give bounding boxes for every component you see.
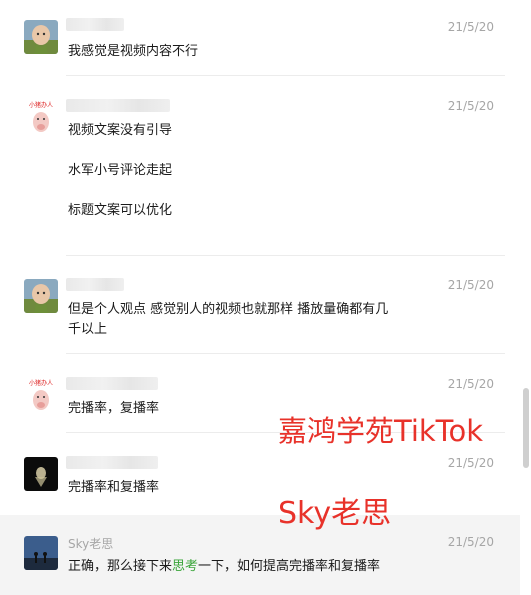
timestamp: 21/5/20 [447,278,494,292]
sender-name-redacted [66,18,124,31]
avatar-dancer[interactable] [24,457,58,491]
message-text: 但是个人观点 感觉别人的视频也就那样 播放量确都有几 [68,302,389,317]
scrollbar-thumb[interactable] [523,388,529,468]
divider [66,353,505,354]
timestamp: 21/5/20 [447,456,494,470]
message-text: 水军小号评论走起 [68,163,173,178]
sender-name: Sky老思 [68,537,114,551]
sender-name-redacted [66,456,158,469]
avatar-baby[interactable] [24,20,58,54]
timestamp: 21/5/20 [447,99,494,113]
avatar-baby[interactable] [24,279,58,313]
watermark-title: 嘉鸿学苑TikTok [278,414,483,448]
avatar-badge: 小猪办人 [29,379,53,387]
sender-name-redacted [66,99,170,112]
timestamp: 21/5/20 [447,535,494,549]
avatar-pig[interactable]: 小猪办人 [24,378,58,412]
avatar-badge: 小猪办人 [29,101,53,109]
divider [66,255,505,256]
message-text: 正确，那么接下来思考一下，如何提高完播率和复播率 [68,559,381,574]
timestamp: 21/5/20 [447,20,494,34]
message-text: 完播率，复播率 [68,401,160,416]
message-text: 千以上 [68,322,108,337]
avatar-pig[interactable]: 小猪办人 [24,100,58,134]
message-text: 我感觉是视频内容不行 [68,44,199,59]
sender-name-redacted [66,377,158,390]
message-text: 完播率和复播率 [68,480,160,495]
divider [66,75,505,76]
sender-name-redacted [66,278,124,291]
highlighted-keyword: 思考 [172,559,199,574]
timestamp: 21/5/20 [447,377,494,391]
message-text: 视频文案没有引导 [68,123,173,138]
watermark-subtitle: Sky老思 [278,496,392,531]
avatar-sky[interactable] [24,536,58,570]
message-text: 标题文案可以优化 [68,203,173,218]
